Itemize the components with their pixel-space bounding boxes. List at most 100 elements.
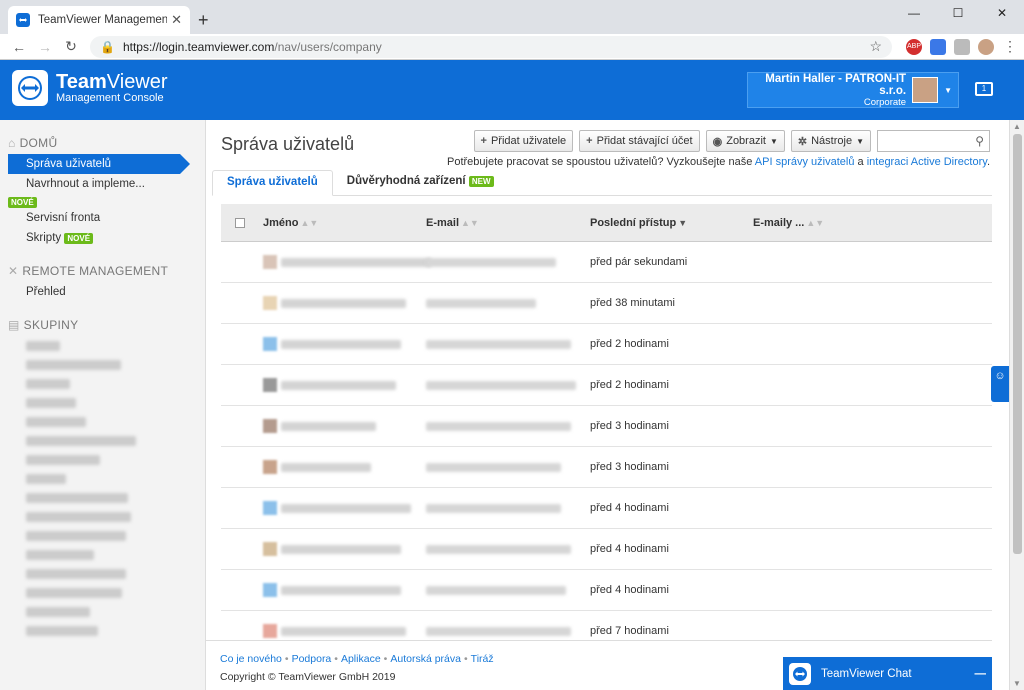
- extension-icon[interactable]: [954, 38, 970, 55]
- group-item-redacted[interactable]: [26, 417, 86, 427]
- email-cell-redacted: [426, 544, 571, 554]
- group-item-redacted[interactable]: [26, 341, 60, 351]
- column-header-name[interactable]: Jméno ▲▼: [263, 217, 318, 229]
- group-item-redacted[interactable]: [26, 569, 126, 579]
- sidebar-item-scripts[interactable]: Skripty NOVÉ: [0, 228, 205, 248]
- tools-dropdown[interactable]: ✲ Nástroje ▼: [790, 130, 871, 152]
- button-label: Přidat stávající účet: [596, 135, 693, 147]
- sidebar-item-user-management[interactable]: Správa uživatelů: [8, 154, 190, 174]
- maximize-window-button[interactable]: ☐: [936, 0, 980, 26]
- tab-close-icon[interactable]: ✕: [171, 12, 182, 28]
- last-access-cell: před 3 hodinami: [590, 420, 669, 432]
- browser-tab[interactable]: TeamViewer Management Console ✕: [8, 6, 190, 34]
- back-arrow-icon[interactable]: ←: [6, 39, 32, 55]
- adblock-extension-icon[interactable]: ABP: [906, 38, 922, 55]
- group-item-redacted[interactable]: [26, 398, 76, 408]
- group-item-redacted[interactable]: [26, 626, 98, 636]
- table-row[interactable]: před 4 hodinami: [221, 529, 992, 570]
- api-link[interactable]: API správy uživatelů: [755, 156, 855, 168]
- plus-icon: +: [586, 135, 593, 147]
- table-row[interactable]: před 2 hodinami: [221, 365, 992, 406]
- minimize-window-button[interactable]: —: [892, 0, 936, 26]
- sidebar-item-design-deploy[interactable]: Navrhnout a impleme...: [0, 174, 205, 194]
- email-cell-redacted: [426, 421, 571, 431]
- footer-link[interactable]: Co je nového: [220, 653, 282, 665]
- url-path: /nav/users/company: [274, 39, 382, 54]
- table-row[interactable]: před 7 hodinami: [221, 611, 992, 640]
- chat-label: TeamViewer Chat: [821, 667, 912, 680]
- page-scrollbar[interactable]: ▲ ▼: [1009, 120, 1024, 690]
- tab-label: Důvěryhodná zařízení: [346, 175, 466, 187]
- group-item-redacted[interactable]: [26, 550, 94, 560]
- active-directory-link[interactable]: integraci Active Directory: [867, 156, 987, 168]
- eye-icon: ◉: [712, 135, 723, 148]
- window-controls: — ☐ ✕: [892, 0, 1024, 26]
- group-item-redacted[interactable]: [26, 493, 128, 503]
- browser-tab-strip: TeamViewer Management Console ✕ + — ☐ ✕: [0, 0, 1024, 34]
- group-item-redacted[interactable]: [26, 512, 131, 522]
- sidebar-item-service-queue[interactable]: Servisní fronta: [0, 208, 205, 228]
- remote-management-icon: ✕: [8, 264, 19, 278]
- tab-trusted-devices[interactable]: Důvěryhodná zařízení NEW: [333, 170, 508, 195]
- table-row[interactable]: před 3 hodinami: [221, 406, 992, 447]
- forward-arrow-icon[interactable]: →: [32, 39, 58, 55]
- new-tab-button[interactable]: +: [198, 10, 209, 31]
- column-header-email[interactable]: E-mail ▲▼: [426, 217, 479, 229]
- reload-icon[interactable]: ↻: [58, 38, 84, 55]
- table-row[interactable]: před 4 hodinami: [221, 488, 992, 529]
- table-header: Jméno ▲▼ E-mail ▲▼ Poslední přístup ▼ E-mai…: [221, 204, 992, 242]
- search-input[interactable]: ⚲: [877, 130, 990, 152]
- footer-link[interactable]: Aplikace: [341, 653, 381, 665]
- teamviewer-logo[interactable]: TeamViewer Management Console: [12, 70, 168, 106]
- add-user-button[interactable]: + Přidat uživatele: [473, 130, 574, 152]
- avatar: [263, 337, 277, 351]
- app-header: TeamViewer Management Console Martin Hal…: [0, 60, 1024, 120]
- teamviewer-chat-widget[interactable]: TeamViewer Chat —: [783, 657, 992, 690]
- group-item-redacted[interactable]: [26, 531, 126, 541]
- user-menu[interactable]: Martin Haller - PATRON-IT s.r.o. Corpora…: [747, 72, 959, 108]
- avatar: [263, 583, 277, 597]
- separator: •: [383, 653, 388, 665]
- scrollbar-thumb[interactable]: [1013, 134, 1022, 554]
- url-field[interactable]: 🔒 https://login.teamviewer.com /nav/user…: [90, 35, 892, 58]
- profile-avatar-icon[interactable]: [978, 38, 994, 55]
- name-cell-redacted: [281, 585, 401, 595]
- table-row[interactable]: před 3 hodinami: [221, 447, 992, 488]
- notifications-chat-icon[interactable]: 1: [975, 82, 993, 96]
- user-name: Martin Haller - PATRON-IT s.r.o.: [765, 72, 907, 97]
- scroll-down-icon[interactable]: ▼: [1013, 679, 1021, 688]
- group-item-redacted[interactable]: [26, 588, 122, 598]
- extension-icon[interactable]: [930, 38, 946, 55]
- view-dropdown[interactable]: ◉ Zobrazit ▼: [705, 130, 785, 152]
- feedback-smiley-icon[interactable]: ☺: [991, 366, 1009, 402]
- group-item-redacted[interactable]: [26, 607, 90, 617]
- close-window-button[interactable]: ✕: [980, 0, 1024, 26]
- group-item-redacted[interactable]: [26, 455, 100, 465]
- table-row[interactable]: před 4 hodinami: [221, 570, 992, 611]
- table-row[interactable]: před 38 minutami: [221, 283, 992, 324]
- sidebar-item-overview[interactable]: Přehled: [0, 282, 205, 302]
- footer-link[interactable]: Podpora: [292, 653, 332, 665]
- column-header-last-access[interactable]: Poslední přístup ▼: [590, 217, 687, 229]
- footer-link[interactable]: Tiráž: [471, 653, 494, 665]
- tab-user-management[interactable]: Správa uživatelů: [212, 170, 333, 196]
- group-item-redacted[interactable]: [26, 474, 66, 484]
- scroll-up-icon[interactable]: ▲: [1013, 122, 1021, 131]
- last-access-cell: před 38 minutami: [590, 297, 675, 309]
- table-row[interactable]: před 2 hodinami: [221, 324, 992, 365]
- bookmark-star-icon[interactable]: ☆: [869, 38, 882, 55]
- footer-link[interactable]: Autorská práva: [390, 653, 461, 665]
- group-item-redacted[interactable]: [26, 360, 121, 370]
- column-header-emails[interactable]: E-maily ... ▲▼: [753, 217, 824, 229]
- group-item-redacted[interactable]: [26, 379, 70, 389]
- add-existing-account-button[interactable]: + Přidat stávající účet: [579, 130, 700, 152]
- menu-dots-icon[interactable]: ⋮: [1002, 38, 1018, 55]
- select-all-checkbox[interactable]: [235, 217, 245, 228]
- user-license: Corporate: [863, 96, 907, 108]
- group-item-redacted[interactable]: [26, 436, 136, 446]
- gear-icon: ✲: [797, 135, 808, 148]
- avatar: [263, 501, 277, 515]
- table-row[interactable]: před pár sekundami: [221, 242, 992, 283]
- minimize-chat-button[interactable]: —: [975, 668, 987, 680]
- name-cell-redacted: [281, 544, 401, 554]
